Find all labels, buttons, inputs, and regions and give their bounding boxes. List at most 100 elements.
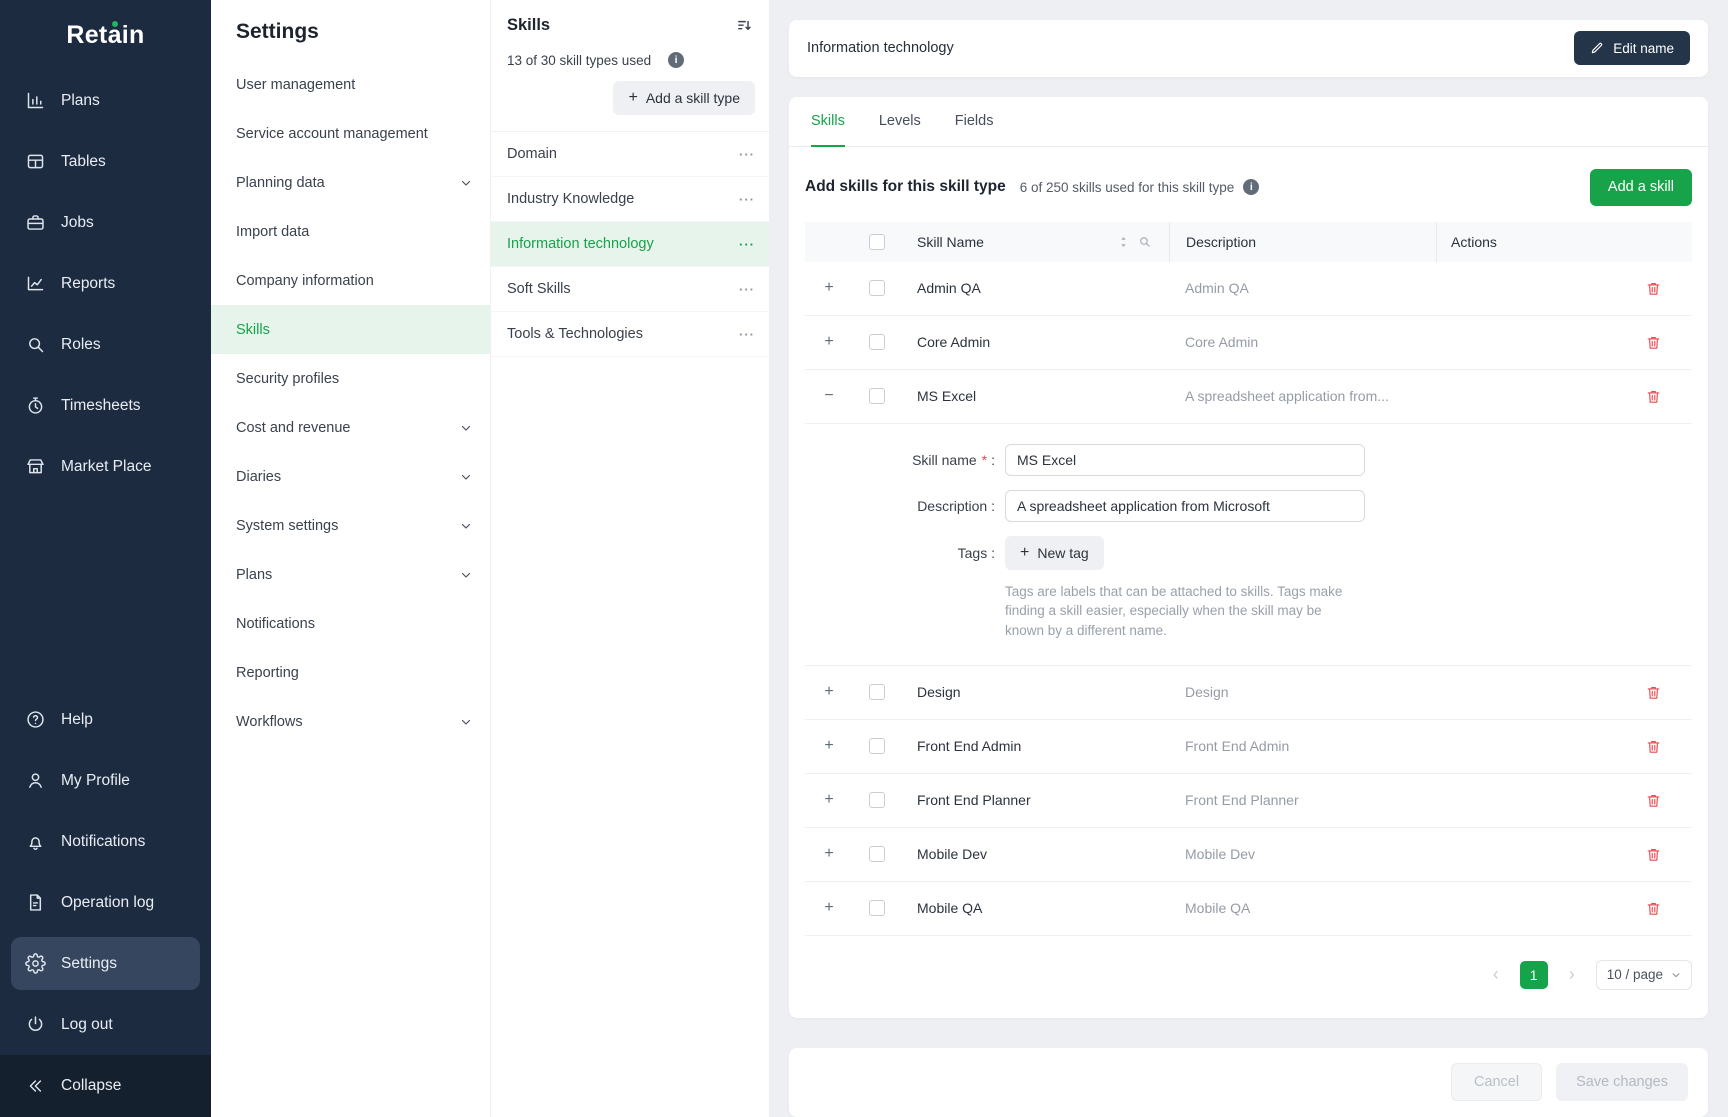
expand-row-button[interactable]: + (824, 900, 833, 916)
more-options-icon[interactable]: ··· (739, 192, 755, 207)
row-checkbox[interactable] (869, 738, 885, 754)
collapse-row-button[interactable]: − (824, 388, 833, 404)
settings-nav-item[interactable]: Diaries (211, 452, 490, 501)
delete-skill-icon[interactable] (1645, 846, 1662, 863)
more-options-icon[interactable]: ··· (739, 147, 755, 162)
skill-types-list: Domain ··· Industry Knowledge ··· Inform… (491, 131, 769, 357)
delete-skill-icon[interactable] (1645, 684, 1662, 701)
sidebar-item-help[interactable]: Help (0, 689, 211, 750)
column-search-icon[interactable] (1138, 235, 1151, 248)
row-checkbox[interactable] (869, 388, 885, 404)
row-checkbox[interactable] (869, 846, 885, 862)
row-checkbox[interactable] (869, 334, 885, 350)
sidebar-item-notifications[interactable]: Notifications (0, 811, 211, 872)
add-skill-type-button[interactable]: + Add a skill type (613, 81, 755, 115)
info-icon[interactable]: i (1243, 179, 1259, 195)
skill-name-cell: Core Admin (901, 334, 1169, 350)
user-icon (24, 770, 46, 792)
sidebar-item-label: Notifications (61, 833, 145, 851)
skill-description-cell: Front End Admin (1169, 738, 1436, 754)
more-options-icon[interactable]: ··· (739, 237, 755, 252)
sidebar-item-roles[interactable]: Roles (0, 314, 211, 375)
row-checkbox[interactable] (869, 900, 885, 916)
sidebar-item-operation-log[interactable]: Operation log (0, 872, 211, 933)
tab[interactable]: Fields (955, 97, 994, 147)
settings-nav-item[interactable]: Reporting (211, 648, 490, 697)
settings-nav-item-label: Planning data (236, 175, 325, 191)
new-tag-button[interactable]: + New tag (1005, 536, 1104, 570)
settings-nav-item[interactable]: Plans (211, 550, 490, 599)
settings-nav-item[interactable]: Workflows (211, 697, 490, 746)
delete-skill-icon[interactable] (1645, 792, 1662, 809)
row-checkbox[interactable] (869, 280, 885, 296)
settings-nav-item[interactable]: Cost and revenue (211, 403, 490, 452)
settings-nav-item[interactable]: Planning data (211, 158, 490, 207)
sort-icon[interactable] (736, 17, 753, 34)
select-all-checkbox[interactable] (869, 234, 885, 250)
brand-logo[interactable]: Retain (0, 0, 211, 70)
settings-nav-item[interactable]: Notifications (211, 599, 490, 648)
info-icon[interactable]: i (668, 52, 684, 68)
description-input[interactable] (1005, 490, 1365, 522)
row-checkbox[interactable] (869, 792, 885, 808)
delete-skill-icon[interactable] (1645, 388, 1662, 405)
sidebar-item-reports[interactable]: Reports (0, 253, 211, 314)
settings-nav-item[interactable]: User management (211, 60, 490, 109)
more-options-icon[interactable]: ··· (739, 282, 755, 297)
tab[interactable]: Skills (811, 97, 845, 147)
cancel-button[interactable]: Cancel (1451, 1063, 1542, 1101)
expand-row-button[interactable]: + (824, 280, 833, 296)
delete-skill-icon[interactable] (1645, 738, 1662, 755)
settings-nav-item[interactable]: Import data (211, 207, 490, 256)
settings-nav-item[interactable]: Skills (211, 305, 490, 354)
expand-row-button[interactable]: + (824, 738, 833, 754)
row-checkbox[interactable] (869, 684, 885, 700)
sidebar-item-my-profile[interactable]: My Profile (0, 750, 211, 811)
settings-title: Settings (211, 0, 490, 60)
expand-row-button[interactable]: + (824, 846, 833, 862)
skill-name-label: Skill name*: (805, 452, 1005, 468)
sidebar-item-log-out[interactable]: Log out (0, 994, 211, 1055)
skill-type-item[interactable]: Information technology ··· (491, 222, 769, 267)
page-size-select[interactable]: 10 / page (1596, 960, 1692, 990)
skill-type-item[interactable]: Soft Skills ··· (491, 267, 769, 312)
sidebar-item-settings[interactable]: Settings (11, 937, 200, 990)
expand-row-button[interactable]: + (824, 334, 833, 350)
settings-nav-item[interactable]: Service account management (211, 109, 490, 158)
main-content: Information technology Edit name Skills … (769, 0, 1728, 1117)
sidebar-item-timesheets[interactable]: Timesheets (0, 375, 211, 436)
skill-row: + Mobile Dev Mobile Dev (805, 828, 1692, 882)
sidebar-item-jobs[interactable]: Jobs (0, 192, 211, 253)
tab[interactable]: Levels (879, 97, 921, 147)
delete-skill-icon[interactable] (1645, 900, 1662, 917)
gear-icon (24, 953, 46, 975)
sidebar-item-plans[interactable]: Plans (0, 70, 211, 131)
next-page-button[interactable]: › (1558, 961, 1586, 989)
save-changes-button[interactable]: Save changes (1556, 1063, 1688, 1101)
expand-row-button[interactable]: + (824, 684, 833, 700)
settings-nav-item[interactable]: Security profiles (211, 354, 490, 403)
sidebar-collapse-button[interactable]: Collapse (0, 1055, 211, 1117)
column-sorter-icon[interactable] (1118, 235, 1129, 249)
settings-nav-item[interactable]: Company information (211, 256, 490, 305)
skill-type-item[interactable]: Domain ··· (491, 132, 769, 177)
edit-name-button[interactable]: Edit name (1574, 31, 1690, 65)
skill-type-item[interactable]: Tools & Technologies ··· (491, 312, 769, 357)
add-skill-button[interactable]: Add a skill (1590, 169, 1692, 206)
bell-icon (24, 831, 46, 853)
delete-skill-icon[interactable] (1645, 280, 1662, 297)
skill-name-input[interactable] (1005, 444, 1365, 476)
sidebar-item-tables[interactable]: Tables (0, 131, 211, 192)
more-options-icon[interactable]: ··· (739, 327, 755, 342)
chevron-down-icon (460, 177, 472, 189)
current-page-button[interactable]: 1 (1520, 961, 1548, 989)
sidebar-item-marketplace[interactable]: Market Place (0, 436, 211, 497)
skill-description-cell: Mobile QA (1169, 900, 1436, 916)
settings-nav-item[interactable]: System settings (211, 501, 490, 550)
tab-bar: Skills Levels Fields (789, 97, 1708, 147)
skill-description-cell: Mobile Dev (1169, 846, 1436, 862)
previous-page-button[interactable]: ‹ (1482, 961, 1510, 989)
expand-row-button[interactable]: + (824, 792, 833, 808)
skill-type-item[interactable]: Industry Knowledge ··· (491, 177, 769, 222)
delete-skill-icon[interactable] (1645, 334, 1662, 351)
